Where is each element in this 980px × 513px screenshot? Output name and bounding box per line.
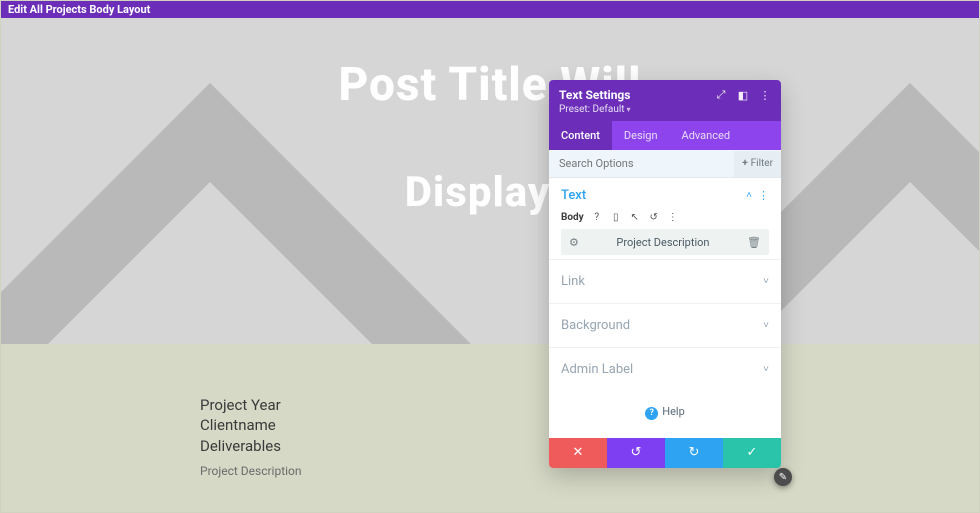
snap-icon[interactable]: ◧ [737, 89, 749, 101]
section-admin-label[interactable]: Admin Label ˅ [549, 347, 781, 391]
cancel-button[interactable]: ✕ [549, 438, 607, 468]
kebab-icon[interactable]: ⋮ [759, 89, 771, 101]
meta-deliverables: Deliverables [200, 436, 302, 456]
hero-area: Post Title Will Display I [0, 18, 980, 344]
section-link-title: Link [561, 274, 585, 289]
help-icon[interactable]: ? [591, 211, 603, 223]
section-admin-title: Admin Label [561, 362, 633, 377]
panel-header[interactable]: Text Settings ⤢ ◧ ⋮ Preset: Default [549, 80, 781, 121]
expand-icon[interactable]: ⤢ [715, 89, 727, 101]
field-value: Project Description [579, 236, 747, 249]
trash-icon[interactable]: 🗑 [747, 236, 761, 249]
kebab-icon[interactable]: ⋮ [667, 211, 679, 223]
top-bar-title: Edit All Projects Body Layout [8, 3, 150, 16]
help-icon: ? [645, 407, 658, 420]
search-input[interactable] [549, 150, 734, 177]
section-text-title: Text [561, 188, 586, 203]
panel-title: Text Settings [559, 88, 630, 102]
settings-fab[interactable]: ✎ [774, 468, 792, 486]
body-option-row: Body ? ▯ ↖ ↺ ⋮ [561, 211, 769, 223]
section-text: Text ˄ ⋮ Body ? ▯ ↖ ↺ ⋮ ⚙ Project Descri… [549, 178, 781, 259]
filter-button[interactable]: Filter [734, 151, 781, 177]
dynamic-content-field[interactable]: ⚙ Project Description 🗑 [561, 229, 769, 255]
chevron-up-icon[interactable]: ˄ [746, 190, 752, 201]
project-meta: Project Year Clientname Deliverables Pro… [200, 395, 302, 478]
confirm-button[interactable]: ✓ [723, 438, 781, 468]
help-row[interactable]: ? Help [549, 391, 781, 438]
panel-tabs: Content Design Advanced [549, 121, 781, 150]
panel-action-bar: ✕ ↺ ↻ ✓ [549, 438, 781, 468]
reset-icon[interactable]: ↺ [648, 211, 660, 223]
meta-year: Project Year [200, 395, 302, 415]
search-row: Filter [549, 150, 781, 178]
redo-button[interactable]: ↻ [665, 438, 723, 468]
section-background[interactable]: Background ˅ [549, 303, 781, 347]
section-background-title: Background [561, 318, 630, 333]
tablet-icon[interactable]: ▯ [610, 211, 622, 223]
tab-advanced[interactable]: Advanced [670, 121, 742, 150]
chevron-down-icon: ˅ [763, 364, 769, 375]
body-label: Body [561, 212, 584, 223]
gear-icon[interactable]: ⚙ [569, 236, 579, 249]
kebab-icon[interactable]: ⋮ [758, 189, 769, 202]
section-text-header[interactable]: Text ˄ ⋮ [561, 188, 769, 203]
preset-selector[interactable]: Preset: Default [559, 104, 771, 115]
chevron-down-icon: ˅ [763, 276, 769, 287]
help-label: Help [662, 405, 685, 418]
tab-design[interactable]: Design [612, 121, 670, 150]
hero-title: Post Title Will [0, 58, 980, 112]
settings-panel: Text Settings ⤢ ◧ ⋮ Preset: Default Cont… [549, 80, 781, 468]
undo-button[interactable]: ↺ [607, 438, 665, 468]
meta-description: Project Description [200, 464, 302, 478]
top-bar: Edit All Projects Body Layout [0, 0, 980, 18]
meta-client: Clientname [200, 415, 302, 435]
tab-content[interactable]: Content [549, 121, 612, 150]
section-link[interactable]: Link ˅ [549, 259, 781, 303]
hero-subtitle: Display I [0, 168, 980, 217]
hover-icon[interactable]: ↖ [629, 211, 641, 223]
chevron-down-icon: ˅ [763, 320, 769, 331]
